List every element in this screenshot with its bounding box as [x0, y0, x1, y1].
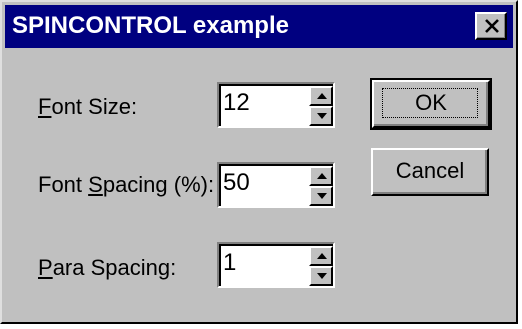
close-button[interactable] — [475, 12, 507, 40]
font-size-down-button[interactable] — [309, 106, 333, 126]
font-spacing-value[interactable]: 50 — [223, 169, 250, 197]
font-spacing-up-button[interactable] — [309, 166, 333, 186]
para-spacing-field[interactable]: 1 — [219, 244, 333, 286]
para-spacing-label-text: ara Spacing: — [52, 255, 177, 280]
font-spacing-field[interactable]: 50 — [219, 164, 333, 206]
font-size-label: Font Size: — [38, 94, 137, 120]
ok-button-label: OK — [415, 90, 447, 115]
cancel-button[interactable]: Cancel — [371, 148, 489, 196]
close-icon — [485, 19, 499, 33]
arrow-up-icon — [317, 93, 327, 99]
para-spacing-label: Para Spacing: — [38, 255, 176, 281]
cancel-button-label: Cancel — [395, 158, 465, 183]
font-size-up-button[interactable] — [309, 86, 333, 106]
font-size-label-text: ont Size: — [51, 94, 138, 119]
dialog-window: SPINCONTROL example Font Size: 12 Font S… — [0, 0, 518, 324]
arrow-down-icon — [317, 193, 327, 199]
arrow-down-icon — [317, 113, 327, 119]
title-bar[interactable]: SPINCONTROL example — [5, 5, 513, 48]
font-spacing-label-pre: Font — [38, 172, 89, 197]
para-spacing-down-button[interactable] — [309, 266, 333, 286]
arrow-up-icon — [317, 173, 327, 179]
font-size-spin: 12 — [217, 82, 335, 128]
para-spacing-mnemonic: P — [38, 255, 53, 280]
font-size-mnemonic: F — [38, 94, 52, 119]
font-spacing-down-button[interactable] — [309, 186, 333, 206]
para-spacing-spin: 1 — [217, 242, 335, 288]
font-spacing-label-text: pacing (%): — [102, 172, 215, 197]
font-size-value[interactable]: 12 — [223, 89, 250, 117]
window-title: SPINCONTROL example — [12, 12, 289, 39]
para-spacing-value[interactable]: 1 — [223, 249, 236, 277]
ok-button[interactable]: OK — [370, 78, 492, 130]
font-size-field[interactable]: 12 — [219, 84, 333, 126]
font-spacing-mnemonic: S — [88, 172, 103, 197]
arrow-down-icon — [317, 273, 327, 279]
font-spacing-label: Font Spacing (%): — [38, 172, 214, 198]
arrow-up-icon — [317, 253, 327, 259]
para-spacing-up-button[interactable] — [309, 246, 333, 266]
font-spacing-spin: 50 — [217, 162, 335, 208]
